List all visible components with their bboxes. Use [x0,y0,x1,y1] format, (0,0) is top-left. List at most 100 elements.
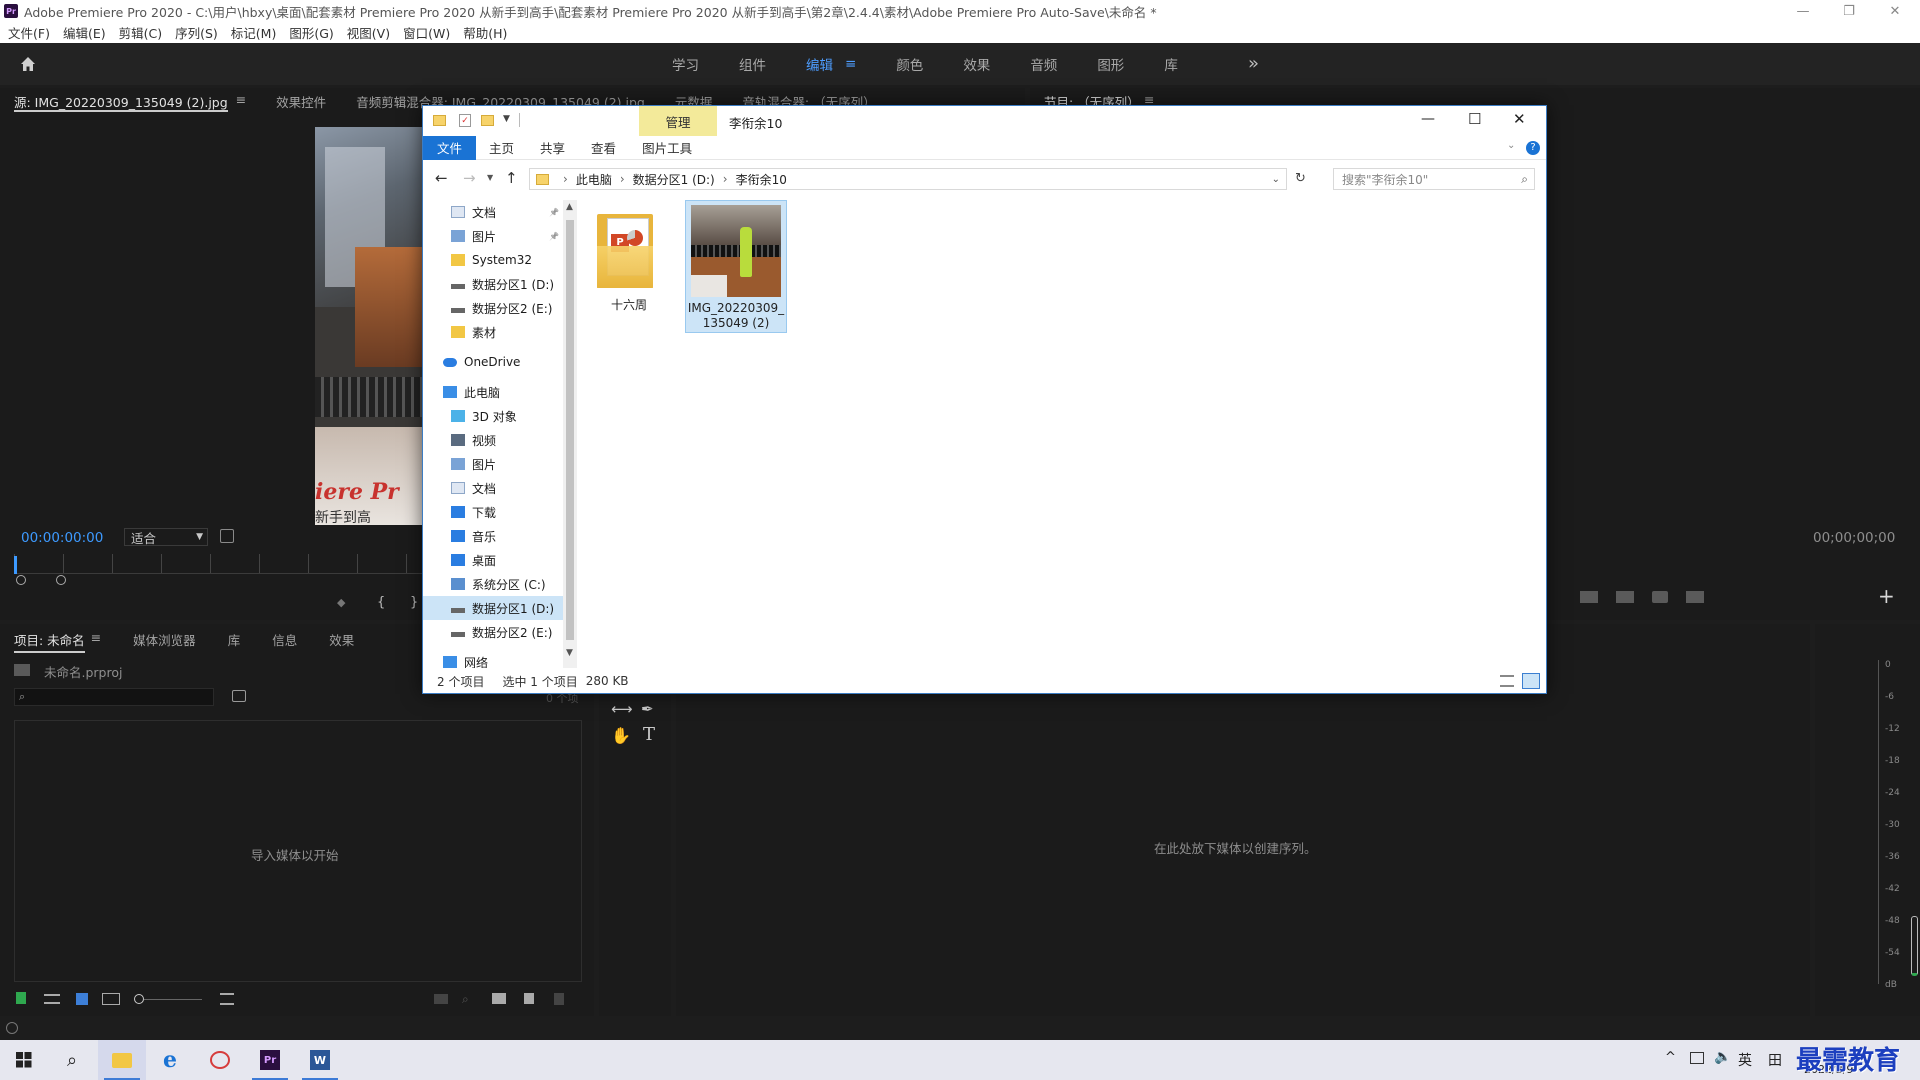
zoom-handle-left[interactable] [16,575,26,585]
ribbon-tab[interactable]: 共享 [527,136,578,160]
source-panel-tab[interactable]: 源: IMG_20220309_135049 (2).jpg [14,92,228,112]
mark-out-icon[interactable]: } [410,595,418,610]
menu-item[interactable]: 标记(M) [231,23,277,42]
marker-icon[interactable]: ◆ [337,596,345,609]
compare-icon[interactable] [1686,591,1704,603]
icon-view-icon[interactable] [76,993,88,1005]
lock-icon[interactable] [16,992,26,1004]
source-time-ruler[interactable] [14,554,424,574]
home-icon[interactable] [18,54,38,74]
nav-item[interactable]: 图片 [423,452,563,476]
project-panel-tab[interactable]: 效果 [329,630,354,653]
sort-icon[interactable] [220,993,234,1005]
workspace-tab[interactable]: 图形 [1097,54,1124,74]
project-panel-tab[interactable]: 项目: 未命名 [14,630,85,653]
workspace-tab[interactable]: 效果 [963,54,990,74]
ribbon-tab[interactable]: 查看 [578,136,629,160]
file-item-image[interactable]: IMG_20220309_135049 (2) [685,200,787,333]
pen-tool-icon[interactable]: ✒ [641,700,654,718]
network-tray-icon[interactable] [1690,1052,1704,1064]
nav-item[interactable]: 文档 [423,476,563,500]
search-button[interactable]: ⌕ [48,1040,96,1080]
breadcrumb-segment[interactable]: 数据分区1 (D:) [633,171,715,188]
source-panel-tab[interactable]: 效果控件 [276,92,326,112]
program-timecode[interactable]: 00;00;00;00 [1813,530,1895,546]
fit-dropdown[interactable]: 适合 ▼ [124,528,208,546]
menu-item[interactable]: 剪辑(C) [119,23,162,42]
workspace-tab[interactable]: 音频 [1030,54,1057,74]
nav-item[interactable]: 数据分区2 (E:) [423,296,563,320]
pin-icon[interactable]: 📌 [549,232,559,241]
pin-icon[interactable]: 📌 [549,208,559,217]
trash-icon[interactable] [554,993,564,1005]
help-icon[interactable]: ? [1526,141,1540,155]
file-list-area[interactable]: P 十六周 IMG_20220309_135049 (2) [579,200,1545,668]
up-arrow-icon[interactable]: ↑ [505,169,518,187]
new-item-icon[interactable] [524,993,534,1004]
maximize-button[interactable]: ❐ [1826,0,1872,22]
nav-item[interactable]: 数据分区1 (D:) [423,272,563,296]
taskbar-snip-tool[interactable] [196,1040,244,1080]
source-timecode[interactable]: 00:00:00:00 [21,530,103,546]
nav-item[interactable]: 下载 [423,500,563,524]
explorer-maximize-button[interactable]: ☐ [1468,110,1481,128]
project-panel-tab[interactable]: 媒体浏览器 [133,630,196,653]
type-tool-icon[interactable]: T [643,724,655,745]
project-panel-tab[interactable]: 库 [228,630,241,653]
explorer-close-button[interactable]: ✕ [1513,110,1526,128]
nav-item[interactable]: 音乐 [423,524,563,548]
playhead[interactable] [14,556,17,574]
file-item-folder[interactable]: P 十六周 [581,200,677,314]
menu-item[interactable]: 编辑(E) [63,23,106,42]
menu-item[interactable]: 帮助(H) [463,23,507,42]
nav-item[interactable]: 图片 📌 [423,224,563,248]
close-button[interactable]: ✕ [1872,0,1918,22]
hand-tool-icon[interactable]: ✋ [611,726,631,745]
nav-item[interactable]: 此电脑 [423,380,563,404]
menu-item[interactable]: 序列(S) [175,23,218,42]
scroll-down-icon[interactable]: ▼ [566,648,573,658]
workspace-tab[interactable]: 颜色 [896,54,923,74]
ripple-edit-tool-icon[interactable]: ⟷ [611,700,633,718]
zoom-handle-right[interactable] [56,575,66,585]
recent-locations-icon[interactable]: ▼ [487,173,493,182]
scroll-thumb[interactable] [566,220,574,640]
panel-menu-icon[interactable]: ≡ [91,630,101,653]
forward-arrow-icon[interactable]: → [463,169,476,187]
taskbar-file-explorer[interactable] [98,1040,146,1080]
nav-item[interactable]: System32 [423,248,563,272]
list-view-icon[interactable] [44,994,60,1004]
menu-item[interactable]: 视图(V) [347,23,390,42]
nav-item[interactable]: 网络 [423,650,563,668]
volume-tray-icon[interactable]: 🔈 [1714,1049,1731,1065]
chevron-down-icon[interactable]: ⌄ [1272,174,1280,185]
more-workspaces-icon[interactable]: » [1248,53,1259,74]
nav-item[interactable]: 数据分区1 (D:) [423,596,563,620]
taskbar-edge[interactable]: e [146,1040,194,1080]
lift-icon[interactable] [1580,591,1598,603]
project-drop-area[interactable]: 导入媒体以开始 [14,720,582,982]
manage-context-tab[interactable]: 管理 [639,106,717,136]
expand-ribbon-icon[interactable]: ⌄ [1507,140,1515,151]
details-view-icon[interactable] [1500,675,1514,687]
ribbon-tab[interactable]: 主页 [476,136,527,160]
tray-overflow-icon[interactable]: ^ [1665,1050,1676,1065]
settings-icon[interactable] [220,529,234,543]
add-button-icon[interactable]: + [1878,584,1895,608]
nav-item[interactable]: 数据分区2 (E:) [423,620,563,644]
explorer-search-input[interactable]: 搜索"李衔余10" ⌕ [1333,168,1535,190]
panel-menu-icon[interactable]: ≡ [236,92,246,112]
breadcrumb-separator[interactable]: › [723,172,728,186]
nav-item[interactable]: 视频 [423,428,563,452]
workspace-tab[interactable]: 学习 [672,54,699,74]
minimize-button[interactable]: — [1780,0,1826,22]
nav-item[interactable]: 系统分区 (C:) [423,572,563,596]
taskbar-premiere[interactable]: Pr [246,1040,294,1080]
menu-item[interactable]: 窗口(W) [403,23,450,42]
properties-icon[interactable]: ✓ [459,114,471,127]
breadcrumb-separator[interactable]: › [620,172,625,186]
menu-item[interactable]: 文件(F) [8,23,50,42]
find-icon[interactable]: ⌕ [462,992,469,1007]
ribbon-tab[interactable]: 文件 [423,135,477,160]
nav-item[interactable]: 文档 📌 [423,200,563,224]
